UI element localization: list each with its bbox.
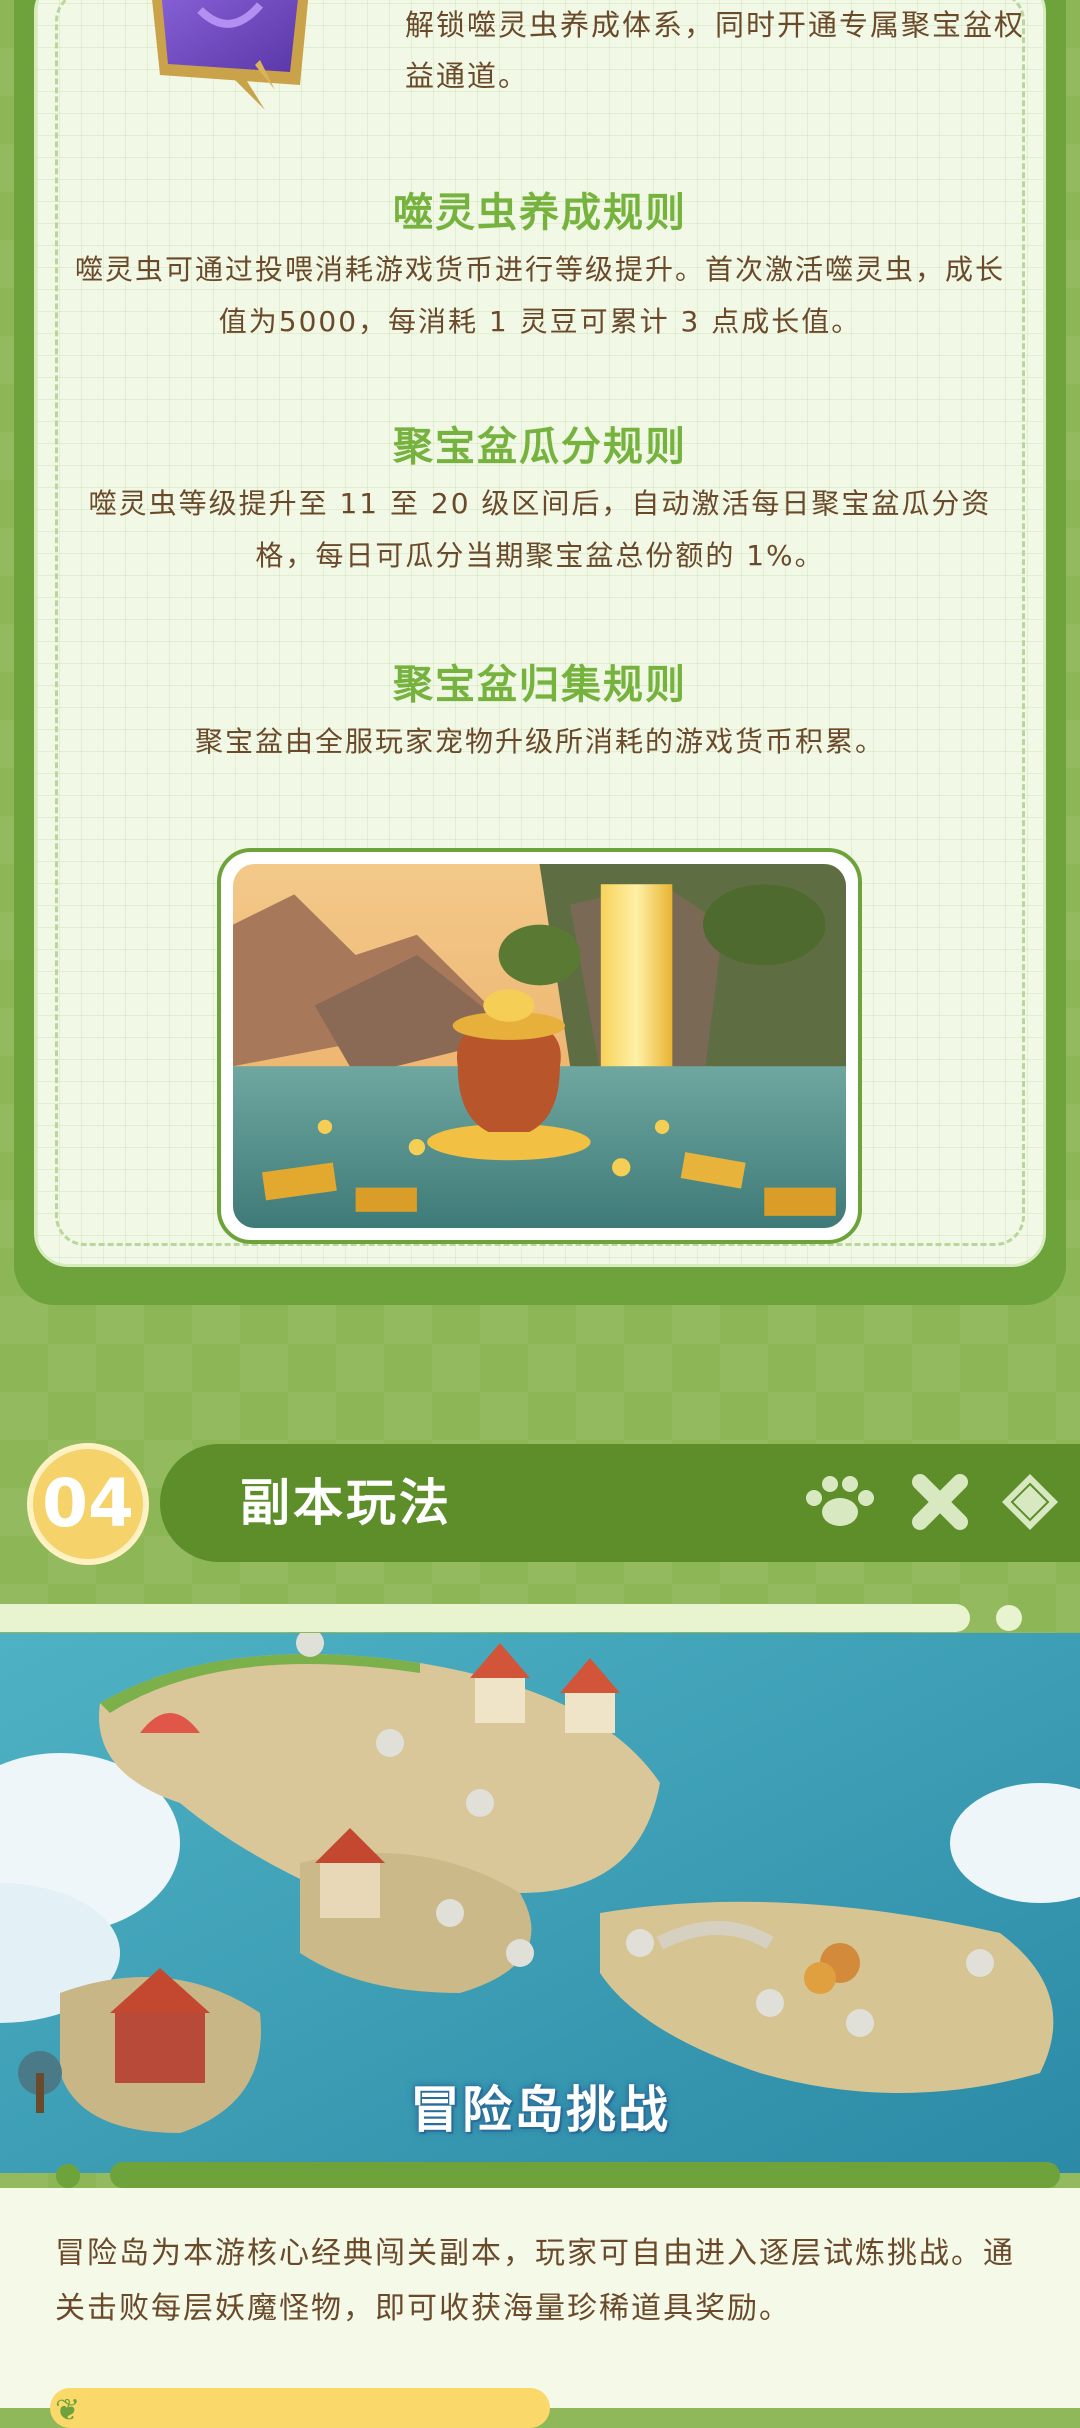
card-item-image <box>152 0 309 110</box>
divider-line-bottom <box>110 2162 1060 2188</box>
divider-dot-top <box>996 1605 1022 1631</box>
cross-icon <box>910 1472 970 1536</box>
description-text: 冒险岛为本游核心经典闯关副本，玩家可自由进入逐层试炼挑战。通关击败每层妖魔怪物，… <box>55 2236 1015 2326</box>
rule-text-collect: 聚宝盆由全服玩家宠物升级所消耗的游戏货币积累。 <box>194 725 885 758</box>
leaf-icon: ❦ <box>55 2393 81 2428</box>
paw-icon <box>800 1472 880 1536</box>
map-title: 冒险岛挑战 <box>410 2081 670 2139</box>
rule-text-share: 噬灵虫等级提升至 11 至 20 级区间后，自动激活每日聚宝盆瓜分资格，每日可瓜… <box>88 487 992 572</box>
section-title: 副本玩法 <box>240 1474 452 1532</box>
rule-title-collect: 聚宝盆归集规则 <box>393 662 687 708</box>
rule-title-growth: 噬灵虫养成规则 <box>393 190 687 236</box>
rule-text-growth: 噬灵虫可通过投喂消耗游戏货币进行等级提升。首次激活噬灵虫，成长值为5000，每消… <box>75 253 1006 338</box>
intro-text: 解锁噬灵虫养成体系，同时开通专属聚宝盆权益通道。 <box>405 8 1026 93</box>
next-section-bar <box>50 2388 550 2428</box>
divider-line-top <box>0 1604 970 1632</box>
divider-dot-bottom <box>56 2164 80 2188</box>
diamond-icon <box>1000 1472 1060 1536</box>
section-header-bar: 副本玩法 <box>160 1444 1080 1562</box>
section-number-badge: 04 <box>27 1443 149 1565</box>
treasure-bowl-image <box>217 848 862 1244</box>
rule-title-share: 聚宝盆瓜分规则 <box>393 424 687 470</box>
